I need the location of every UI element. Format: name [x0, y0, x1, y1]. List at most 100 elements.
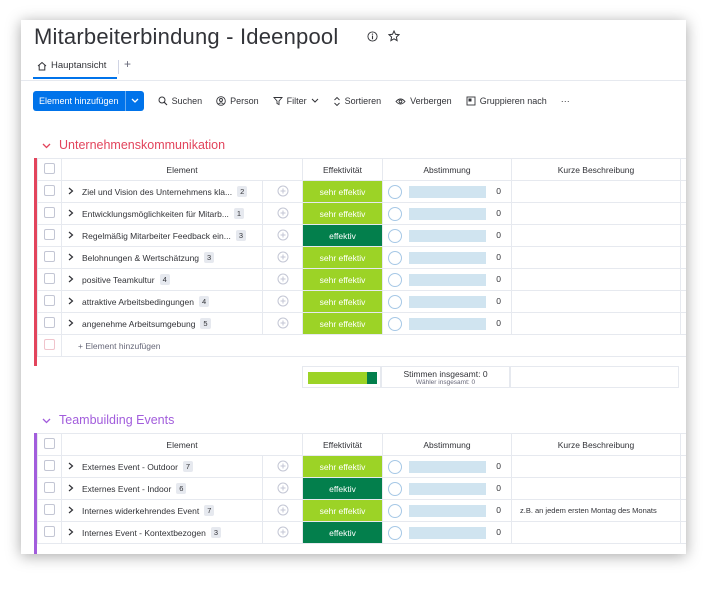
subitem-count-badge[interactable]: 5 [200, 318, 211, 329]
column-header-vote[interactable]: Abstimmung [382, 433, 512, 456]
vote-cell[interactable]: 0 [382, 499, 512, 522]
table-row[interactable]: attraktive Arbeitsbedingungen 4 sehr effek… [37, 290, 686, 313]
status-cell[interactable]: effektiv [302, 224, 383, 247]
row-checkbox[interactable] [37, 499, 62, 522]
table-row[interactable]: Internes widerkehrendes Event 7 sehr effek… [37, 499, 686, 522]
vote-button[interactable] [388, 526, 402, 540]
chevron-right-icon[interactable] [68, 528, 78, 538]
chevron-right-icon[interactable] [68, 231, 78, 241]
item-name-cell[interactable]: Regelmäßig Mitarbeiter Feedback ein... 3 [61, 224, 263, 247]
add-update-button[interactable] [262, 521, 303, 544]
add-update-button[interactable] [262, 246, 303, 269]
group-title[interactable]: Unternehmenskommunikation [59, 138, 225, 152]
vote-cell[interactable]: 0 [382, 521, 512, 544]
item-name[interactable]: positive Teamkultur [82, 275, 155, 285]
group-header-unternehmenskommunikation[interactable]: Unternehmenskommunikation [42, 138, 225, 152]
vote-button[interactable] [388, 273, 402, 287]
chevron-right-icon[interactable] [68, 187, 78, 197]
chevron-down-icon[interactable] [311, 98, 319, 104]
row-checkbox[interactable] [37, 477, 62, 500]
column-header-element[interactable]: Element [61, 433, 303, 456]
status-summary[interactable] [302, 366, 381, 388]
person-filter-button[interactable]: Person [216, 96, 259, 106]
vote-cell[interactable]: 0 [382, 455, 512, 478]
item-name-cell[interactable]: attraktive Arbeitsbedingungen 4 [61, 290, 263, 313]
sort-button[interactable]: Sortieren [333, 96, 381, 107]
table-row[interactable]: Entwicklungsmöglichkeiten für Mitarb... 1… [37, 202, 686, 225]
add-update-button[interactable] [262, 202, 303, 225]
item-name-cell[interactable]: Internes widerkehrendes Event 7 [61, 499, 263, 522]
chevron-right-icon[interactable] [68, 462, 78, 472]
description-cell[interactable] [511, 455, 681, 478]
vote-button[interactable] [388, 229, 402, 243]
add-update-button[interactable] [262, 290, 303, 313]
vote-button[interactable] [388, 317, 402, 331]
description-cell[interactable] [511, 521, 681, 544]
item-name-cell[interactable]: Externes Event - Outdoor 7 [61, 455, 263, 478]
item-name-cell[interactable]: positive Teamkultur 4 [61, 268, 263, 291]
vote-button[interactable] [388, 504, 402, 518]
table-row[interactable]: Externes Event - Outdoor 7 sehr effektiv 0 [37, 455, 686, 478]
item-name-cell[interactable]: angenehme Arbeitsumgebung 5 [61, 312, 263, 335]
status-cell[interactable]: effektiv [302, 477, 383, 500]
vote-cell[interactable]: 0 [382, 202, 512, 225]
vote-button[interactable] [388, 207, 402, 221]
vote-button[interactable] [388, 185, 402, 199]
item-name[interactable]: Internes widerkehrendes Event [82, 506, 199, 516]
group-by-button[interactable]: Gruppieren nach [466, 96, 547, 106]
add-item-input[interactable]: + Element hinzufügen [61, 334, 686, 357]
select-all-checkbox[interactable] [37, 158, 62, 181]
chevron-right-icon[interactable] [68, 319, 78, 329]
add-view-button[interactable]: + [124, 57, 131, 71]
add-update-button[interactable] [262, 499, 303, 522]
status-cell[interactable]: sehr effektiv [302, 499, 383, 522]
status-cell[interactable]: sehr effektiv [302, 246, 383, 269]
column-header-effectiveness[interactable]: Effektivität [302, 433, 383, 456]
subitem-count-badge[interactable]: 4 [159, 274, 170, 285]
item-name[interactable]: attraktive Arbeitsbedingungen [82, 297, 194, 307]
filter-button[interactable]: Filter [272, 96, 319, 106]
subitem-count-badge[interactable]: 7 [182, 461, 194, 472]
description-cell[interactable] [511, 202, 681, 225]
row-checkbox[interactable] [37, 521, 62, 544]
add-update-button[interactable] [262, 312, 303, 335]
item-name[interactable]: Ziel und Vision des Unternehmens kla... [82, 187, 232, 197]
item-name-cell[interactable]: Internes Event - Kontextbezogen 3 [61, 521, 263, 544]
item-name-cell[interactable]: Ziel und Vision des Unternehmens kla... 2 [61, 180, 263, 203]
table-row[interactable]: Internes Event - Kontextbezogen 3 effektiv… [37, 521, 686, 544]
board-title[interactable]: Mitarbeiterbindung - Ideenpool [34, 24, 338, 50]
row-checkbox[interactable] [37, 202, 62, 225]
item-name-cell[interactable]: Entwicklungsmöglichkeiten für Mitarb... 1 [61, 202, 263, 225]
item-name[interactable]: angenehme Arbeitsumgebung [82, 319, 195, 329]
status-cell[interactable]: sehr effektiv [302, 455, 383, 478]
vote-button[interactable] [388, 460, 402, 474]
vote-cell[interactable]: 0 [382, 268, 512, 291]
chevron-right-icon[interactable] [68, 253, 78, 263]
table-row[interactable]: positive Teamkultur 4 sehr effektiv 0 [37, 268, 686, 291]
item-name-cell[interactable]: Externes Event - Indoor 6 [61, 477, 263, 500]
chevron-right-icon[interactable] [68, 484, 78, 494]
chevron-down-icon[interactable] [124, 91, 144, 111]
table-row[interactable]: angenehme Arbeitsumgebung 5 sehr effektiv 0 [37, 312, 686, 335]
row-checkbox[interactable] [37, 312, 62, 335]
description-cell[interactable] [511, 290, 681, 313]
item-name-cell[interactable]: Belohnungen & Wertschätzung 3 [61, 246, 263, 269]
item-name[interactable]: Entwicklungsmöglichkeiten für Mitarb... [82, 209, 229, 219]
column-header-description[interactable]: Kurze Beschreibung [511, 433, 681, 456]
vote-cell[interactable]: 0 [382, 180, 512, 203]
vote-cell[interactable]: 0 [382, 246, 512, 269]
add-update-button[interactable] [262, 224, 303, 247]
table-row[interactable]: Regelmäßig Mitarbeiter Feedback ein... 3 e… [37, 224, 686, 247]
chevron-right-icon[interactable] [68, 209, 78, 219]
row-checkbox[interactable] [37, 290, 62, 313]
add-update-button[interactable] [262, 455, 303, 478]
subitem-count-badge[interactable]: 6 [176, 483, 187, 494]
subitem-count-badge[interactable]: 4 [199, 296, 210, 307]
search-button[interactable]: Suchen [158, 96, 202, 106]
item-name[interactable]: Belohnungen & Wertschätzung [82, 253, 199, 263]
more-options-button[interactable]: ··· [561, 96, 570, 106]
chevron-right-icon[interactable] [68, 297, 78, 307]
description-cell[interactable] [511, 224, 681, 247]
description-cell[interactable] [511, 477, 681, 500]
description-cell[interactable] [511, 268, 681, 291]
